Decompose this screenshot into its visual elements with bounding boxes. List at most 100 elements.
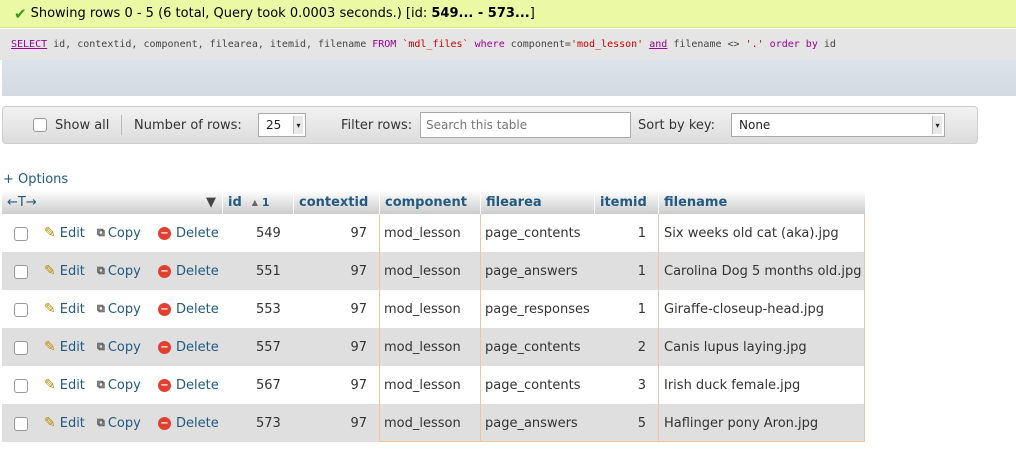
delete-button[interactable]: − Delete — [158, 328, 219, 366]
column-header-filearea[interactable]: filearea — [481, 190, 594, 214]
column-header-itemid[interactable]: itemid — [595, 190, 658, 214]
dropdown-arrow-icon: ▾ — [293, 116, 303, 134]
cell-component: mod_lesson — [384, 339, 461, 355]
cell-filearea: page_contents — [485, 377, 581, 393]
checkmark-icon: ✔ — [14, 4, 27, 23]
rows-select[interactable]: 25 ▾ — [258, 113, 306, 137]
pencil-icon: ✎ — [44, 301, 56, 317]
column-nav-arrows[interactable]: ←T→ — [7, 195, 37, 210]
cell-filearea: page_contents — [485, 339, 581, 355]
cell-filearea: page_answers — [485, 263, 578, 279]
cell-filename: Canis lupus laying.jpg — [664, 339, 807, 355]
edit-button[interactable]: ✎ Edit — [44, 328, 85, 366]
cell-itemid: 1 — [637, 225, 646, 241]
delete-button[interactable]: − Delete — [158, 366, 219, 404]
filter-label: Filter rows: — [341, 117, 413, 133]
cell-itemid: 3 — [637, 377, 646, 393]
sql-keyword-and[interactable]: and — [649, 39, 667, 50]
table-header-actions: ←T→ ▼ — [2, 190, 222, 214]
row-checkbox[interactable] — [14, 341, 28, 355]
pencil-icon: ✎ — [44, 377, 56, 393]
row-checkbox[interactable] — [14, 227, 28, 241]
table-row: ✎ Edit ⧉ Copy − Delete 567 97 mod_lesson page_con… — [2, 366, 865, 404]
copy-button[interactable]: ⧉ Copy — [97, 252, 141, 290]
show-all-checkbox[interactable] — [33, 118, 47, 132]
cell-filearea: page_contents — [485, 225, 581, 241]
column-divider — [379, 214, 380, 442]
copy-button[interactable]: ⧉ Copy — [97, 214, 141, 252]
navigation-toolbar: Show all Number of rows: 25 ▾ Filter row… — [2, 106, 978, 144]
show-all-label: Show all — [55, 117, 110, 133]
cell-contextid: 97 — [350, 263, 367, 279]
cell-filename: Irish duck female.jpg — [664, 377, 801, 393]
edit-button[interactable]: ✎ Edit — [44, 290, 85, 328]
sort-select[interactable]: None ▾ — [731, 113, 945, 137]
pencil-icon: ✎ — [44, 415, 56, 431]
cell-contextid: 97 — [350, 415, 367, 431]
cell-id: 549 — [256, 225, 281, 241]
cell-id: 551 — [256, 263, 281, 279]
row-checkbox[interactable] — [14, 379, 28, 393]
column-header-id[interactable]: id ▲ 1 — [223, 190, 293, 214]
cell-component: mod_lesson — [384, 225, 461, 241]
table-bottom-border — [379, 441, 865, 442]
pencil-icon: ✎ — [44, 339, 56, 355]
cell-filearea: page_answers — [485, 415, 578, 431]
message-text: Showing rows 0 - 5 (6 total, Query took … — [30, 6, 535, 21]
column-header-filename[interactable]: filename — [659, 190, 865, 214]
sql-keyword-select[interactable]: SELECT — [11, 39, 47, 50]
column-dropdown-icon[interactable]: ▼ — [206, 195, 216, 210]
delete-icon: − — [158, 264, 171, 278]
copy-icon: ⧉ — [97, 264, 105, 277]
delete-icon: − — [158, 416, 171, 430]
divider — [121, 115, 122, 135]
row-checkbox[interactable] — [14, 417, 28, 431]
cell-itemid: 1 — [637, 301, 646, 317]
filter-input[interactable] — [420, 112, 631, 138]
sql-query: SELECT id, contextid, component, fileare… — [0, 29, 1016, 60]
cell-itemid: 1 — [637, 263, 646, 279]
dropdown-arrow-icon: ▾ — [932, 116, 942, 134]
cell-itemid: 5 — [637, 415, 646, 431]
copy-button[interactable]: ⧉ Copy — [97, 290, 141, 328]
edit-button[interactable]: ✎ Edit — [44, 252, 85, 290]
column-header-component[interactable]: component — [380, 190, 480, 214]
edit-button[interactable]: ✎ Edit — [44, 404, 85, 442]
copy-button[interactable]: ⧉ Copy — [97, 404, 141, 442]
delete-button[interactable]: − Delete — [158, 290, 219, 328]
success-message: ✔ Showing rows 0 - 5 (6 total, Query too… — [0, 0, 1016, 28]
edit-button[interactable]: ✎ Edit — [44, 214, 85, 252]
query-actions-band — [2, 60, 1016, 96]
cell-id: 573 — [256, 415, 281, 431]
cell-id: 567 — [256, 377, 281, 393]
table-row: ✎ Edit ⧉ Copy − Delete 573 97 mod_lesson page_ans… — [2, 404, 865, 442]
copy-button[interactable]: ⧉ Copy — [97, 328, 141, 366]
table-row: ✎ Edit ⧉ Copy − Delete 553 97 mod_lesson page_res… — [2, 290, 865, 328]
delete-icon: − — [158, 302, 171, 316]
column-divider — [658, 214, 659, 442]
table-row: ✎ Edit ⧉ Copy − Delete 557 97 mod_lesson page_con… — [2, 328, 865, 366]
copy-icon: ⧉ — [97, 416, 105, 429]
copy-button[interactable]: ⧉ Copy — [97, 366, 141, 404]
cell-component: mod_lesson — [384, 263, 461, 279]
cell-filename: Carolina Dog 5 months old.jpg — [664, 263, 862, 279]
delete-icon: − — [158, 340, 171, 354]
copy-icon: ⧉ — [97, 378, 105, 391]
cell-contextid: 97 — [350, 339, 367, 355]
column-divider — [864, 214, 865, 442]
row-checkbox[interactable] — [14, 265, 28, 279]
cell-component: mod_lesson — [384, 415, 461, 431]
delete-button[interactable]: − Delete — [158, 214, 219, 252]
delete-button[interactable]: − Delete — [158, 404, 219, 442]
edit-button[interactable]: ✎ Edit — [44, 366, 85, 404]
options-link[interactable]: + Options — [3, 172, 68, 187]
cell-filename: Giraffe-closeup-head.jpg — [664, 301, 825, 317]
row-checkbox[interactable] — [14, 303, 28, 317]
delete-button[interactable]: − Delete — [158, 252, 219, 290]
copy-icon: ⧉ — [97, 226, 105, 239]
cell-id: 553 — [256, 301, 281, 317]
delete-icon: − — [158, 378, 171, 392]
column-header-contextid[interactable]: contextid — [294, 190, 379, 214]
show-all-control[interactable]: Show all — [33, 106, 109, 144]
table-row: ✎ Edit ⧉ Copy − Delete 551 97 mod_lesson page_ans… — [2, 252, 865, 290]
